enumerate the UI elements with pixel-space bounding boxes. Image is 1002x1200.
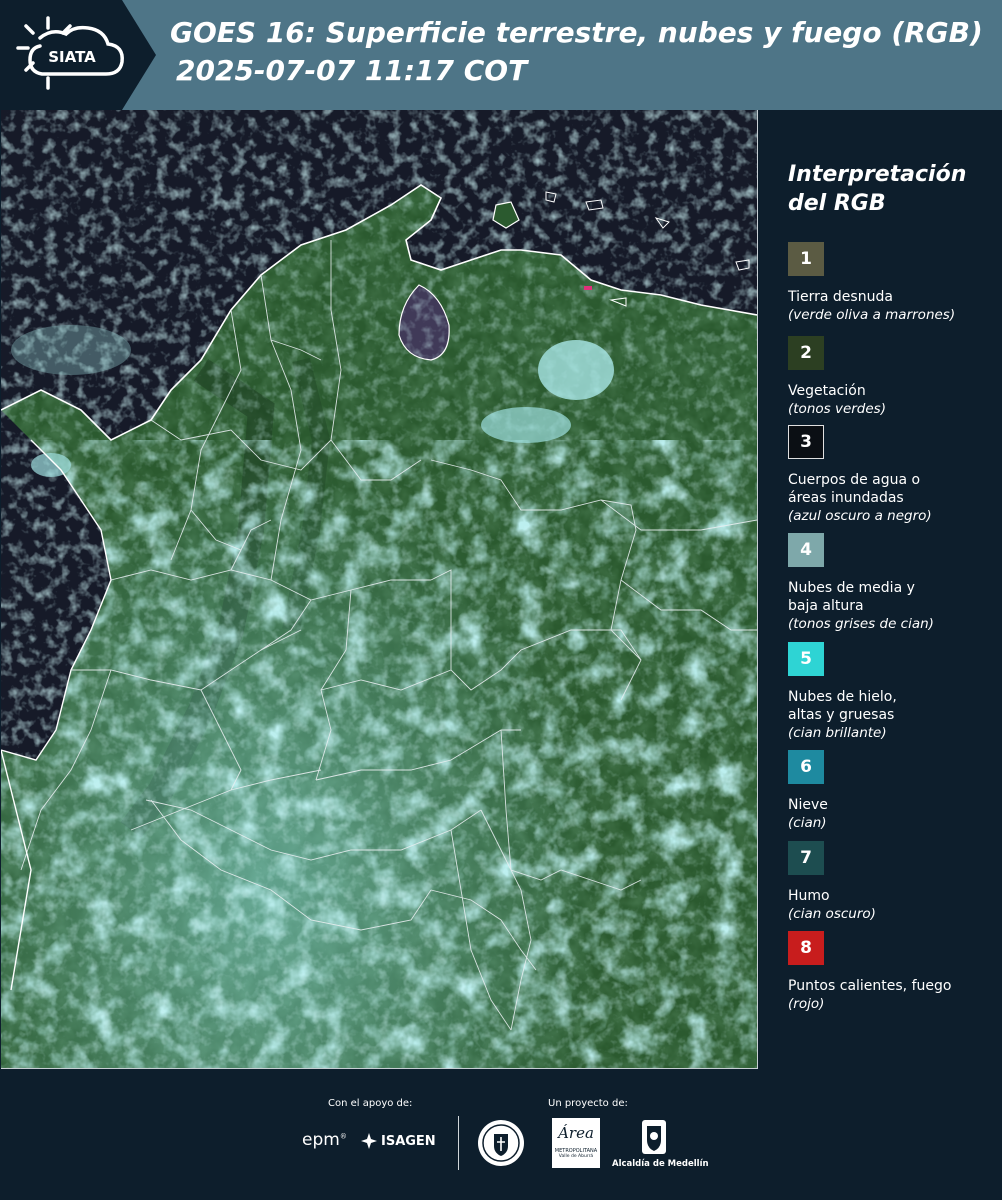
legend-swatch: 4 — [788, 533, 824, 567]
header-bar: SIATA GOES 16: Superficie terrestre, nub… — [0, 0, 1002, 110]
footer: Con el apoyo de: Un proyecto de: epm® IS… — [0, 1070, 1002, 1200]
area-logo-sub-2: Valle de Aburrá — [558, 1154, 594, 1159]
legend-swatch: 7 — [788, 841, 824, 875]
legend-description: (verde oliva a marrones) — [788, 307, 956, 323]
legend-description: (azul oscuro a negro) — [788, 508, 932, 524]
legend-description: (cian brillante) — [788, 725, 887, 741]
legend-description: (tonos verdes) — [788, 401, 886, 417]
alcaldia-crest-icon — [642, 1120, 666, 1154]
legend-description: (rojo) — [788, 996, 825, 1012]
area-metropolitana-logo: Área METROPOLITANA Valle de Aburrá — [552, 1118, 600, 1168]
medellin-seal-icon — [478, 1120, 524, 1166]
logo-text: SIATA — [48, 48, 96, 66]
page-title: GOES 16: Superficie terrestre, nubes y f… — [170, 14, 983, 90]
legend-item-bare-soil: 1 Tierra desnuda (verde oliva a marrones… — [788, 242, 993, 324]
satellite-map[interactable] — [1, 110, 758, 1069]
footer-divider — [458, 1116, 459, 1170]
legend-item-vegetation: 2 Vegetación (tonos verdes) — [788, 336, 993, 418]
title-line-1: GOES 16: Superficie terrestre, nubes y f… — [170, 16, 983, 49]
legend-item-hotspots: 8 Puntos calientes, fuego (rojo) — [788, 931, 993, 1013]
legend-swatch: 5 — [788, 642, 824, 676]
legend-label: Nubes de hielo, altas y gruesas — [788, 689, 897, 723]
isagen-icon — [361, 1133, 377, 1149]
legend-title-line-2: del RGB — [788, 191, 886, 216]
alcaldia-logo-text: Alcaldía de Medellín — [612, 1159, 709, 1169]
legend-item-ice-clouds: 5 Nubes de hielo, altas y gruesas (cian … — [788, 642, 993, 742]
legend-label: Cuerpos de agua o áreas inundadas — [788, 472, 921, 506]
legend-swatch: 6 — [788, 750, 824, 784]
legend-swatch: 1 — [788, 242, 824, 276]
epm-logo-text: epm — [302, 1130, 340, 1150]
legend-label: Vegetación — [788, 383, 866, 399]
legend-item-snow: 6 Nieve (cian) — [788, 750, 993, 832]
legend-item-mid-low-clouds: 4 Nubes de media y baja altura (tonos gr… — [788, 533, 993, 633]
legend-label: Humo — [788, 888, 830, 904]
area-logo-text: Área — [558, 1124, 594, 1142]
legend-item-smoke: 7 Humo (cian oscuro) — [788, 841, 993, 923]
support-label: Con el apoyo de: — [328, 1098, 413, 1109]
legend-item-water: 3 Cuerpos de agua o áreas inundadas (azu… — [788, 425, 993, 525]
project-label: Un proyecto de: — [548, 1098, 628, 1109]
legend-swatch: 3 — [788, 425, 824, 459]
title-timestamp: 2025-07-07 11:17 COT — [176, 54, 528, 87]
legend-description: (cian) — [788, 815, 827, 831]
legend-description: (tonos grises de cian) — [788, 616, 934, 632]
satellite-image — [1, 110, 757, 1068]
legend-title: Interpretación del RGB — [788, 160, 988, 218]
legend-description: (cian oscuro) — [788, 906, 876, 922]
epm-logo: epm® — [302, 1130, 347, 1150]
isagen-logo-text: ISAGEN — [381, 1133, 436, 1149]
isagen-logo: ISAGEN — [360, 1132, 436, 1150]
legend-title-line-1: Interpretación — [788, 162, 967, 187]
legend-swatch: 8 — [788, 931, 824, 965]
legend-label: Tierra desnuda — [788, 289, 893, 305]
legend-label: Puntos calientes, fuego — [788, 978, 952, 994]
rgb-legend: Interpretación del RGB 1 Tierra desnuda … — [788, 160, 988, 1012]
siata-logo-icon: SIATA — [16, 16, 124, 90]
legend-label: Nubes de media y baja altura — [788, 580, 915, 614]
legend-swatch: 2 — [788, 336, 824, 370]
legend-label: Nieve — [788, 797, 828, 813]
